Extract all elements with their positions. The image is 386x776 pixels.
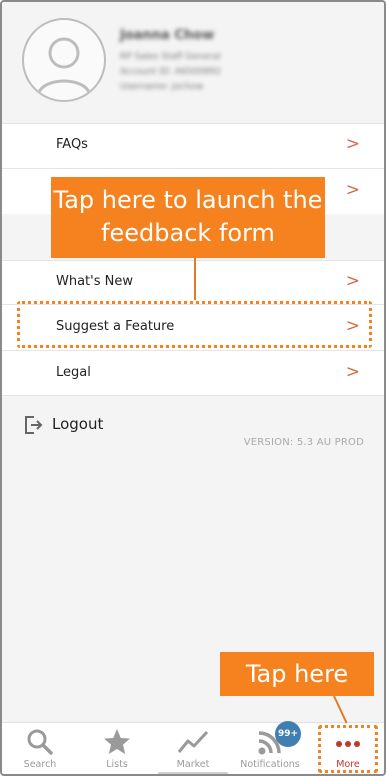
tap-here-callout: Tap here xyxy=(220,652,374,696)
menu-item-faqs-label: FAQs xyxy=(56,137,88,152)
home-indicator xyxy=(158,772,228,774)
star-icon xyxy=(104,729,130,754)
menu-item-whats-new[interactable]: What's New > xyxy=(2,260,384,304)
nav-search[interactable]: Search xyxy=(4,727,76,773)
menu-item-legal[interactable]: Legal > xyxy=(2,350,384,396)
notifications-badge: 99+ xyxy=(275,721,301,747)
search-icon xyxy=(27,729,53,755)
profile-account-id: Account ID: A6500892 xyxy=(120,67,221,77)
chevron-right-icon: > xyxy=(345,180,360,200)
profile-role: RP Sales Staff General xyxy=(120,52,221,62)
nav-notifications[interactable]: 99+ Notifications xyxy=(234,721,306,773)
nav-search-label: Search xyxy=(23,759,57,770)
nav-lists-label: Lists xyxy=(106,759,128,770)
profile-username: Username: jochow xyxy=(120,82,204,92)
feedback-callout: Tap here to launch the feedback form xyxy=(51,177,325,258)
avatar[interactable] xyxy=(22,18,106,102)
nav-market-label: Market xyxy=(176,759,210,770)
suggest-feature-highlight xyxy=(17,301,372,348)
menu-item-legal-label: Legal xyxy=(56,365,91,380)
nav-lists[interactable]: Lists xyxy=(81,727,153,773)
callout-connector-line xyxy=(194,258,196,300)
user-silhouette-icon xyxy=(36,37,92,97)
chevron-right-icon: > xyxy=(345,134,360,154)
nav-notifications-label: Notifications xyxy=(240,759,300,770)
menu-item-faqs[interactable]: FAQs > xyxy=(2,123,384,168)
phone-frame: Joanna Chow RP Sales Staff General Accou… xyxy=(0,0,386,776)
nav-market[interactable]: Market xyxy=(157,727,229,773)
version-label: VERSION: 5.3 AU PROD xyxy=(243,437,364,448)
more-highlight xyxy=(318,725,378,773)
menu-item-whats-new-label: What's New xyxy=(56,274,133,289)
logout-button[interactable]: Logout xyxy=(52,415,103,433)
profile-header: Joanna Chow RP Sales Staff General Accou… xyxy=(2,2,384,123)
trend-line-icon xyxy=(177,730,209,753)
chevron-right-icon: > xyxy=(345,362,360,382)
logout-icon[interactable] xyxy=(22,414,44,440)
tap-callout-connector-line xyxy=(333,695,348,724)
profile-info: Joanna Chow RP Sales Staff General Accou… xyxy=(120,28,221,97)
profile-name: Joanna Chow xyxy=(120,28,215,43)
chevron-right-icon: > xyxy=(345,271,360,291)
